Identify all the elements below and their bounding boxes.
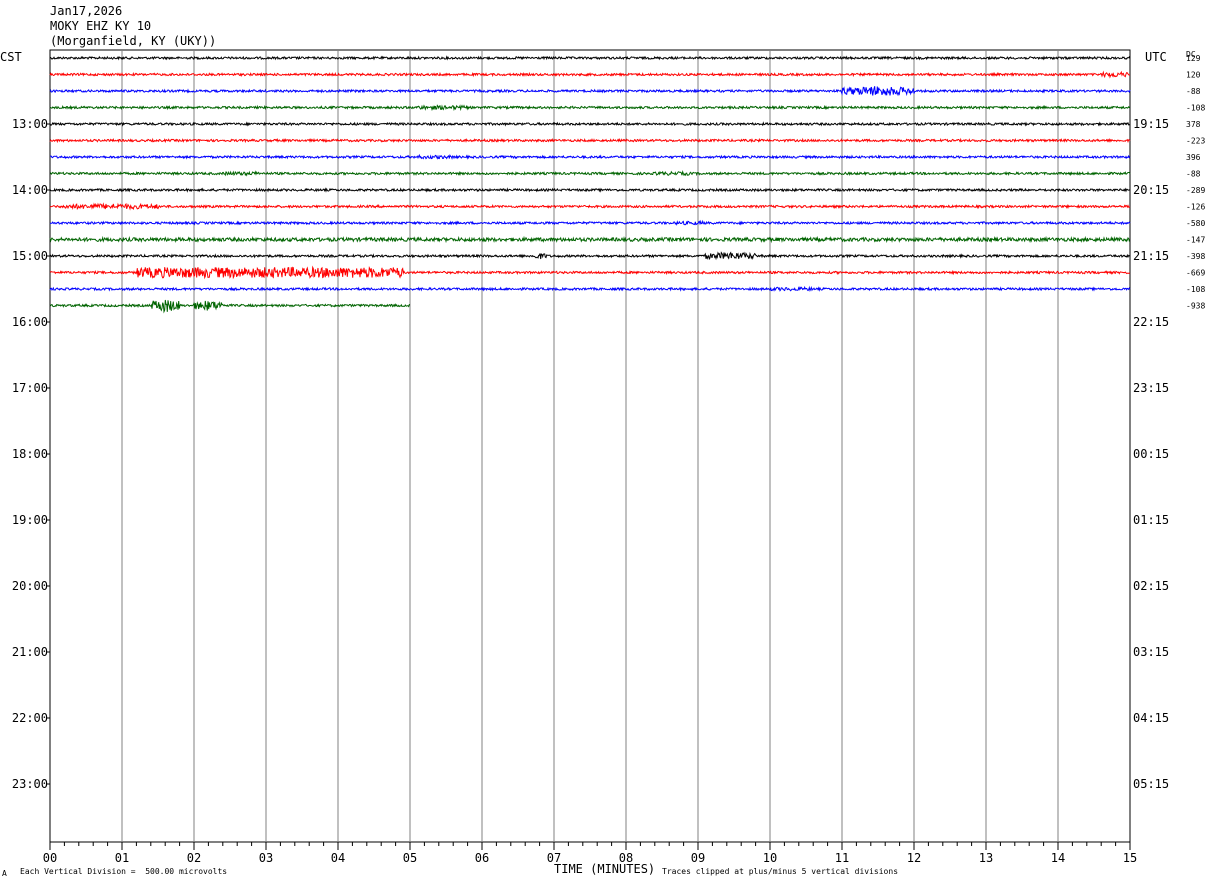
right-hour-label: 05:15 xyxy=(1133,777,1169,791)
dc-offset-label: 120 xyxy=(1186,71,1201,80)
seismic-trace-10 xyxy=(49,202,1131,211)
dc-offset-label: -88 xyxy=(1186,87,1201,96)
right-hour-label: 00:15 xyxy=(1133,447,1169,461)
seismic-trace-4 xyxy=(49,104,1131,112)
seismic-trace-13 xyxy=(49,251,1131,261)
x-tick-label-15: 15 xyxy=(1123,851,1137,865)
dc-offset-label: -289 xyxy=(1186,186,1205,195)
left-hour-label: 19:00 xyxy=(12,513,48,527)
seismic-trace-15 xyxy=(49,285,1131,293)
dc-offset-label: -126 xyxy=(1186,203,1205,212)
right-hour-label: 23:15 xyxy=(1133,381,1169,395)
left-hour-label: 23:00 xyxy=(12,777,48,791)
right-hour-label: 02:15 xyxy=(1133,579,1169,593)
right-hour-label: 22:15 xyxy=(1133,315,1169,329)
right-hour-label: 04:15 xyxy=(1133,711,1169,725)
seismic-trace-5 xyxy=(49,121,1131,127)
dc-offset-label: -223 xyxy=(1186,137,1205,146)
left-hour-label: 21:00 xyxy=(12,645,48,659)
plot-frame xyxy=(49,49,1131,843)
x-tick-label-10: 10 xyxy=(763,851,777,865)
x-tick-label-06: 06 xyxy=(475,851,489,865)
dc-offset-label: -88 xyxy=(1186,170,1201,179)
seismic-trace-11 xyxy=(49,219,1131,226)
dc-offset-label: -669 xyxy=(1186,269,1205,278)
x-tick-label-04: 04 xyxy=(331,851,345,865)
dc-offset-label: 396 xyxy=(1186,153,1201,162)
seismic-trace-14 xyxy=(49,265,1131,280)
left-hour-label: 22:00 xyxy=(12,711,48,725)
seismic-trace-8 xyxy=(49,170,1131,177)
dc-offset-label: -398 xyxy=(1186,252,1205,261)
x-tick-label-12: 12 xyxy=(907,851,921,865)
dc-offset-label: 129 xyxy=(1186,54,1201,63)
left-hour-label: 15:00 xyxy=(12,249,48,263)
x-tick-label-02: 02 xyxy=(187,851,201,865)
x-tick-label-03: 03 xyxy=(259,851,273,865)
seismic-trace-9 xyxy=(49,187,1131,193)
dc-offset-label: -108 xyxy=(1186,104,1205,113)
dc-offset-label: 378 xyxy=(1186,120,1201,129)
x-tick-label-01: 01 xyxy=(115,851,129,865)
x-axis-title: TIME (MINUTES) xyxy=(554,862,656,876)
corner-mark: A xyxy=(2,869,7,878)
seismic-trace-16 xyxy=(49,299,411,314)
seismic-trace-2 xyxy=(49,70,1131,79)
right-hour-label: 03:15 xyxy=(1133,645,1169,659)
seismogram-plot: 00 01 02 03 04 05 06 07 08 09 10 11 12 13 14 1513:0014:… xyxy=(12,49,1205,865)
x-tick-label-00: 00 xyxy=(43,851,57,865)
dc-offset-label: -108 xyxy=(1186,285,1205,294)
clip-note: Traces clipped at plus/minus 5 vertical … xyxy=(662,867,899,876)
left-hour-label: 13:00 xyxy=(12,117,48,131)
right-hour-label: 21:15 xyxy=(1133,249,1169,263)
left-hour-label: 14:00 xyxy=(12,183,48,197)
x-tick-label-13: 13 xyxy=(979,851,993,865)
dc-offset-label: -580 xyxy=(1186,219,1205,228)
x-tick-label-09: 09 xyxy=(691,851,705,865)
seismic-trace-1 xyxy=(49,55,1131,61)
x-tick-label-14: 14 xyxy=(1051,851,1065,865)
seismic-trace-6 xyxy=(49,137,1131,144)
right-hour-label: 20:15 xyxy=(1133,183,1169,197)
seismic-trace-3 xyxy=(49,86,1131,97)
right-hour-label: 19:15 xyxy=(1133,117,1169,131)
x-tick-label-05: 05 xyxy=(403,851,417,865)
right-hour-label: 01:15 xyxy=(1133,513,1169,527)
left-hour-label: 16:00 xyxy=(12,315,48,329)
seismic-trace-12 xyxy=(49,235,1131,244)
seismic-trace-7 xyxy=(49,153,1131,160)
dc-offset-label: -147 xyxy=(1186,236,1205,245)
dc-offset-label: -938 xyxy=(1186,302,1205,311)
left-hour-label: 18:00 xyxy=(12,447,48,461)
x-tick-label-11: 11 xyxy=(835,851,849,865)
left-hour-label: 20:00 xyxy=(12,579,48,593)
left-hour-label: 17:00 xyxy=(12,381,48,395)
vertical-division-note: Each Vertical Division = 500.00 microvol… xyxy=(20,867,228,876)
